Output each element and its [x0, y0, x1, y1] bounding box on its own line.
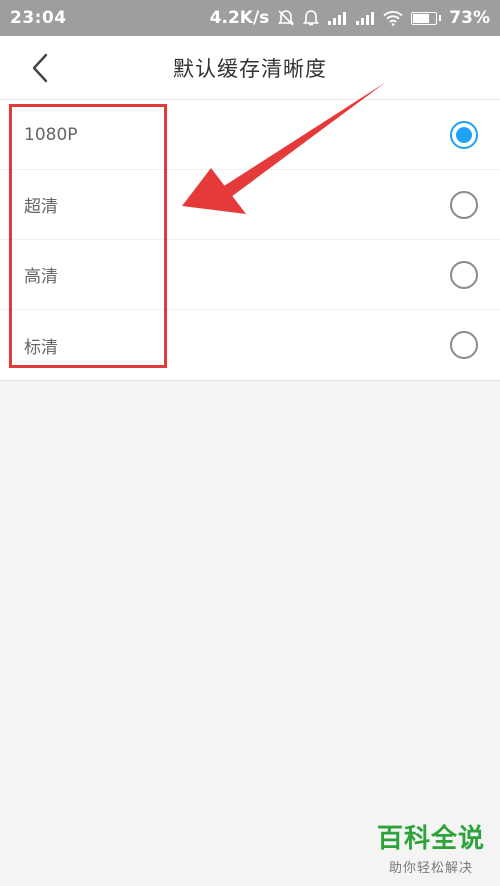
option-row-1080p[interactable]: 1080P: [0, 100, 500, 170]
watermark-subtitle: 助你轻松解决: [388, 861, 473, 876]
option-label: 高清: [24, 267, 58, 287]
option-row-hd[interactable]: 高清: [0, 240, 500, 310]
page-title: 默认缓存清晰度: [173, 56, 327, 81]
signal-icon: [355, 11, 375, 25]
option-label: 1080P: [24, 124, 78, 145]
alarm-icon: [303, 9, 320, 27]
status-icons: 4.2K/s 73%: [210, 8, 490, 28]
option-label: 超清: [24, 197, 58, 217]
battery-percent: 73%: [449, 8, 490, 28]
watermark-logo: 百科全说 助你轻松解决: [376, 823, 486, 876]
nav-header: 默认缓存清晰度: [0, 36, 500, 100]
signal-icon: [327, 11, 347, 25]
status-bar: 23:04 4.2K/s 73%: [0, 0, 500, 36]
radio-button[interactable]: [450, 120, 478, 149]
wifi-icon: [383, 10, 403, 26]
back-button[interactable]: [24, 52, 56, 84]
chevron-left-icon: [32, 53, 48, 83]
mute-icon: [277, 9, 295, 27]
radio-button[interactable]: [450, 190, 478, 219]
battery-icon: [411, 11, 442, 25]
status-time: 23:04: [10, 8, 67, 28]
resolution-option-list: 1080P 超清 高清 标清: [0, 100, 500, 381]
option-row-super-hd[interactable]: 超清: [0, 170, 500, 240]
radio-button[interactable]: [450, 331, 478, 359]
option-row-sd[interactable]: 标清: [0, 310, 500, 380]
option-label: 标清: [24, 337, 58, 358]
radio-button[interactable]: [450, 260, 478, 289]
net-speed: 4.2K/s: [209, 8, 270, 28]
watermark-title: 百科全说: [376, 824, 485, 854]
